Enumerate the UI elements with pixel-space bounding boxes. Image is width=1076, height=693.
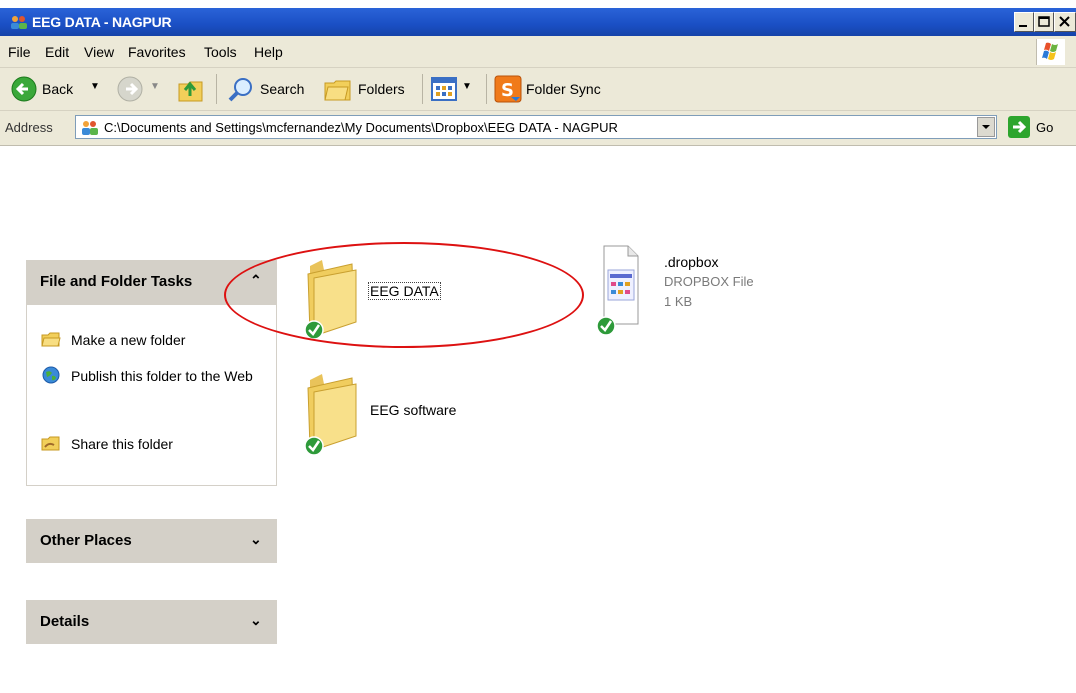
search-icon <box>228 78 252 102</box>
go-arrow-icon <box>1013 120 1027 134</box>
back-button[interactable]: Back ▼ <box>4 73 122 105</box>
close-icon <box>1059 16 1070 27</box>
folder-item-eeg-software[interactable]: EEG software <box>300 372 480 462</box>
up-folder-icon[interactable] <box>176 74 208 104</box>
back-dropdown-icon[interactable]: ▼ <box>90 81 100 92</box>
maximize-icon <box>1038 16 1050 27</box>
folders-button[interactable]: Folders <box>318 73 418 105</box>
folder-sync-label: Folder Sync <box>526 81 601 97</box>
maximize-button[interactable] <box>1034 12 1054 32</box>
details-title: Details <box>40 613 90 630</box>
globe-publish-icon <box>42 366 60 384</box>
file-folder-tasks-title: File and Folder Tasks <box>40 273 193 290</box>
users-folder-icon <box>11 16 27 29</box>
other-places-header[interactable]: Other Places ⌄ <box>26 519 277 563</box>
other-places-title: Other Places <box>40 532 132 549</box>
menu-bar: File Edit View Favorites Tools Help <box>0 36 1076 68</box>
chevron-down-icon <box>982 125 990 129</box>
window-title: EEG DATA - NAGPUR <box>32 14 172 30</box>
minimize-button[interactable] <box>1014 12 1034 32</box>
share-folder-icon <box>41 436 60 451</box>
back-arrow-icon <box>11 76 37 102</box>
toolbar-separator <box>422 74 423 104</box>
folder-icon <box>304 374 357 456</box>
toolbar-separator <box>486 74 487 104</box>
task-label: Make a new folder <box>71 332 186 348</box>
search-button[interactable]: Search <box>222 73 312 105</box>
dropbox-file-icon <box>596 245 639 336</box>
views-dropdown-icon[interactable]: ▼ <box>462 81 472 92</box>
file-name: EEG software <box>370 402 457 418</box>
expand-chevron-icon[interactable]: ⌄ <box>250 612 262 629</box>
views-button[interactable]: ▼ <box>428 73 482 105</box>
windows-logo-icon <box>1036 39 1065 65</box>
go-button[interactable] <box>1008 116 1030 138</box>
task-label: Publish this folder to the Web <box>71 368 253 384</box>
views-icon <box>431 77 457 101</box>
forward-dropdown-icon[interactable]: ▼ <box>150 81 160 92</box>
minimize-icon <box>1019 25 1027 27</box>
task-label: Share this folder <box>71 436 173 452</box>
file-size: 1 KB <box>664 294 693 309</box>
search-label: Search <box>260 81 305 97</box>
address-dropdown-button[interactable] <box>977 117 995 137</box>
forward-button[interactable]: ▼ <box>110 73 166 105</box>
svg-text:S: S <box>501 80 514 101</box>
standard-toolbar: Back ▼ ▼ Search Folders ▼ S Folder Sync <box>0 68 1076 111</box>
address-input[interactable]: C:\Documents and Settings\mcfernandez\My… <box>75 115 997 139</box>
address-value: C:\Documents and Settings\mcfernandez\My… <box>104 120 618 135</box>
menu-tools[interactable]: Tools <box>204 44 237 60</box>
close-button[interactable] <box>1054 12 1076 32</box>
menu-view[interactable]: View <box>84 44 114 60</box>
folder-sync-icon: S <box>494 75 522 103</box>
menu-favorites[interactable]: Favorites <box>128 44 186 60</box>
menu-edit[interactable]: Edit <box>45 44 69 60</box>
expand-chevron-icon[interactable]: ⌄ <box>250 531 262 548</box>
users-folder-icon <box>82 121 98 135</box>
file-item-dropbox[interactable]: .dropbox DROPBOX File 1 KB <box>594 240 814 340</box>
back-label: Back <box>42 81 74 97</box>
title-bar: EEG DATA - NAGPUR <box>0 8 1076 36</box>
menu-file[interactable]: File <box>8 44 31 60</box>
toolbar-separator <box>216 74 217 104</box>
menu-help[interactable]: Help <box>254 44 283 60</box>
address-label: Address <box>5 120 53 135</box>
file-folder-tasks-body: Make a new folder Publish this folder to… <box>26 304 277 486</box>
details-header[interactable]: Details ⌄ <box>26 600 277 644</box>
folder-sync-button[interactable]: S Folder Sync <box>492 73 622 105</box>
go-label[interactable]: Go <box>1036 120 1053 135</box>
forward-arrow-icon <box>117 76 143 102</box>
address-bar: Address C:\Documents and Settings\mcfern… <box>0 111 1076 146</box>
file-type: DROPBOX File <box>664 274 754 289</box>
folders-icon <box>324 80 351 101</box>
highlight-ellipse-annotation <box>224 242 584 348</box>
file-name: .dropbox <box>664 254 719 270</box>
new-folder-icon <box>41 332 61 347</box>
folders-label: Folders <box>358 81 405 97</box>
